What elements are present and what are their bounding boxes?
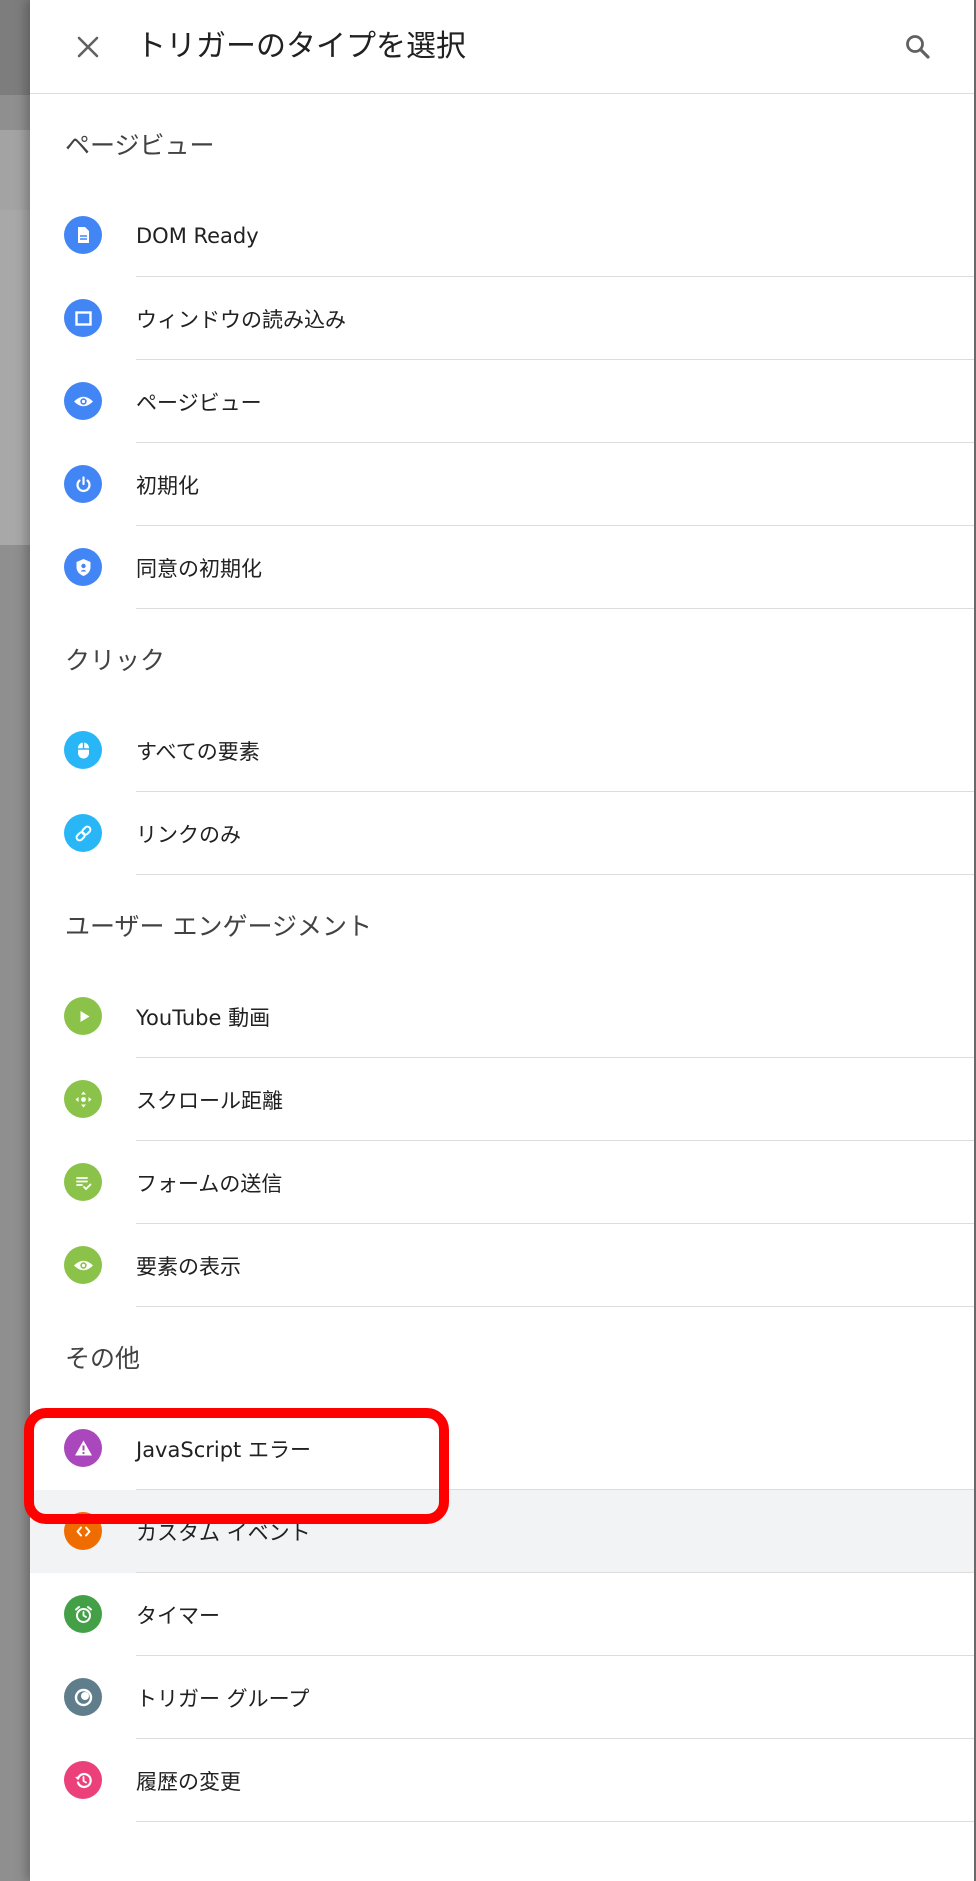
history-icon xyxy=(64,1761,102,1799)
power-icon xyxy=(64,465,102,503)
trigger-type-label: DOM Ready xyxy=(136,223,259,248)
trigger-type-item[interactable]: すべての要素 xyxy=(30,709,974,792)
close-icon xyxy=(77,36,99,58)
trigger-type-label: ページビュー xyxy=(136,390,262,415)
divider xyxy=(136,1306,974,1307)
trigger-type-label: カスタム イベント xyxy=(136,1520,311,1545)
alarm-icon xyxy=(64,1595,102,1633)
move-icon xyxy=(64,1080,102,1118)
section-title: ユーザー エンゲージメント xyxy=(65,912,372,941)
trigger-type-item[interactable]: トリガー グループ xyxy=(30,1656,974,1739)
trigger-type-label: JavaScript エラー xyxy=(136,1437,311,1462)
close-button[interactable] xyxy=(66,25,110,69)
section-title: クリック xyxy=(65,646,166,675)
trigger-type-label: 履歴の変更 xyxy=(136,1769,241,1794)
trigger-type-item[interactable]: 初期化 xyxy=(30,443,974,526)
document-icon xyxy=(64,216,102,254)
drawer-header: トリガーのタイプを選択 xyxy=(30,0,974,94)
group-icon xyxy=(64,1678,102,1716)
trigger-type-list: ページビュー DOM Ready ウィンドウの読み込み ページビュー 初期化 同意の初期化… xyxy=(30,94,974,1822)
trigger-type-label: スクロール距離 xyxy=(136,1088,283,1113)
trigger-type-item[interactable]: 履歴の変更 xyxy=(30,1739,974,1822)
trigger-type-item[interactable]: 要素の表示 xyxy=(30,1224,974,1307)
trigger-type-item[interactable]: フォームの送信 xyxy=(30,1141,974,1224)
eye-icon xyxy=(64,382,102,420)
trigger-type-item[interactable]: JavaScript エラー xyxy=(30,1407,974,1490)
section-title: ページビュー xyxy=(65,131,215,160)
trigger-type-label: タイマー xyxy=(136,1603,220,1628)
divider xyxy=(136,874,974,875)
play-icon xyxy=(64,997,102,1035)
trigger-type-drawer: トリガーのタイプを選択 ページビュー DOM Ready ウィンドウの読み込み ページ… xyxy=(30,0,974,1881)
trigger-type-item[interactable]: 同意の初期化 xyxy=(30,526,974,609)
mouse-icon xyxy=(64,731,102,769)
form-check-icon xyxy=(64,1163,102,1201)
warning-icon xyxy=(64,1429,102,1467)
drawer-title: トリガーのタイプを選択 xyxy=(136,29,466,64)
divider xyxy=(136,1821,974,1822)
trigger-type-label: すべての要素 xyxy=(136,739,260,764)
trigger-type-label: トリガー グループ xyxy=(136,1686,310,1711)
trigger-type-item[interactable]: ウィンドウの読み込み xyxy=(30,277,974,360)
trigger-type-label: ウィンドウの読み込み xyxy=(136,307,346,332)
trigger-type-label: YouTube 動画 xyxy=(136,1005,271,1030)
trigger-type-label: 同意の初期化 xyxy=(136,556,262,581)
trigger-type-item[interactable]: タイマー xyxy=(30,1573,974,1656)
trigger-type-item[interactable]: ページビュー xyxy=(30,360,974,443)
link-icon xyxy=(64,814,102,852)
shield-icon xyxy=(64,548,102,586)
trigger-type-item[interactable]: カスタム イベント xyxy=(30,1490,974,1573)
trigger-type-item[interactable]: DOM Ready xyxy=(30,194,974,277)
search-icon xyxy=(906,35,930,59)
section-title: その他 xyxy=(65,1344,141,1373)
window-icon xyxy=(64,299,102,337)
trigger-type-item[interactable]: スクロール距離 xyxy=(30,1058,974,1141)
trigger-type-label: 要素の表示 xyxy=(136,1254,241,1279)
trigger-type-item[interactable]: YouTube 動画 xyxy=(30,975,974,1058)
trigger-type-label: 初期化 xyxy=(136,473,199,498)
code-icon xyxy=(64,1512,102,1550)
trigger-type-item[interactable]: リンクのみ xyxy=(30,792,974,875)
trigger-type-label: フォームの送信 xyxy=(136,1171,283,1196)
search-button[interactable] xyxy=(896,25,940,69)
divider xyxy=(136,608,974,609)
eye-icon xyxy=(64,1246,102,1284)
trigger-type-label: リンクのみ xyxy=(136,822,241,847)
